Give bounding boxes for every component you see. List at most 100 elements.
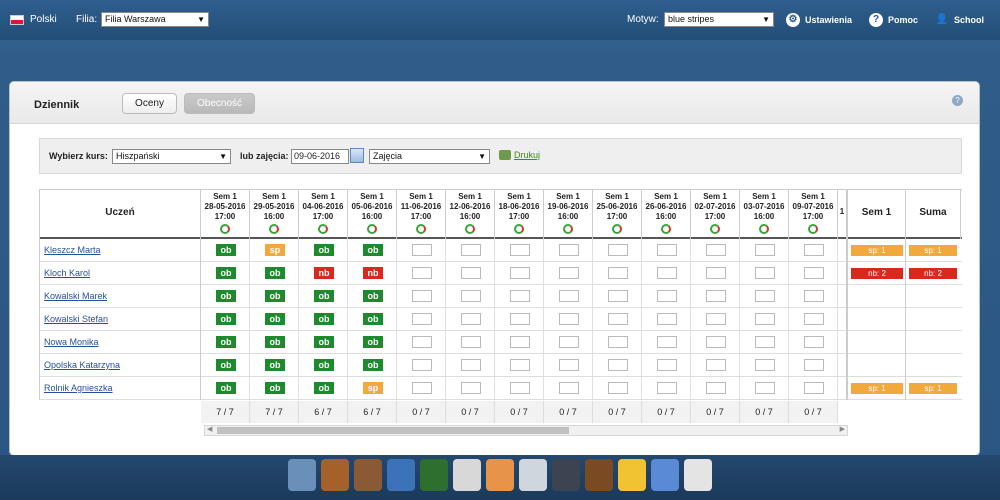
attendance-mark[interactable]: ob [265, 267, 285, 279]
attendance-mark[interactable] [412, 382, 432, 394]
attendance-mark[interactable] [804, 336, 824, 348]
attendance-mark[interactable]: ob [216, 244, 236, 256]
sync-icon[interactable] [416, 224, 426, 234]
attendance-mark[interactable] [608, 267, 628, 279]
scroll-right-icon[interactable]: ▶ [840, 425, 845, 433]
attendance-mark[interactable] [608, 359, 628, 371]
attendance-mark[interactable] [706, 267, 726, 279]
user-menu[interactable]: 👤 School [935, 13, 984, 27]
attendance-mark[interactable] [755, 244, 775, 256]
motyw-select[interactable]: blue stripes ▼ [664, 12, 774, 27]
attendance-mark[interactable] [461, 244, 481, 256]
attendance-mark[interactable] [706, 382, 726, 394]
attendance-mark[interactable]: ob [216, 382, 236, 394]
sync-icon[interactable] [269, 224, 279, 234]
report-icon[interactable] [684, 459, 712, 491]
attendance-mark[interactable] [657, 336, 677, 348]
attendance-mark[interactable] [559, 382, 579, 394]
attendance-mark[interactable]: nb [314, 267, 334, 279]
attendance-mark[interactable] [461, 359, 481, 371]
attendance-mark[interactable] [706, 244, 726, 256]
lesson-column-header[interactable]: Sem 1 04-06-2016 17:00 [299, 189, 348, 239]
attendance-mark[interactable] [804, 313, 824, 325]
sync-icon[interactable] [563, 224, 573, 234]
attendance-mark[interactable]: nb [363, 267, 383, 279]
sync-icon[interactable] [514, 224, 524, 234]
sync-icon[interactable] [612, 224, 622, 234]
scrollbar-thumb[interactable] [217, 427, 569, 434]
attendance-mark[interactable] [461, 267, 481, 279]
dashboard-icon[interactable] [288, 459, 316, 491]
attendance-mark[interactable]: ob [216, 313, 236, 325]
math-icon[interactable] [387, 459, 415, 491]
sync-icon[interactable] [318, 224, 328, 234]
student-name-link[interactable]: Opolska Katarzyna [44, 360, 120, 370]
attendance-mark[interactable] [559, 313, 579, 325]
attendance-mark[interactable] [608, 290, 628, 302]
attendance-mark[interactable] [755, 359, 775, 371]
attendance-mark[interactable]: ob [363, 244, 383, 256]
door-icon[interactable] [585, 459, 613, 491]
student-name-link[interactable]: Nowa Monika [44, 337, 99, 347]
attendance-mark[interactable]: sp [363, 382, 383, 394]
attendance-mark[interactable] [804, 382, 824, 394]
attendance-mark[interactable] [510, 313, 530, 325]
attendance-mark[interactable] [412, 244, 432, 256]
attendance-mark[interactable] [657, 313, 677, 325]
lesson-column-header[interactable]: Sem 1 28-05-2016 17:00 [201, 189, 250, 239]
attendance-mark[interactable] [461, 336, 481, 348]
lesson-column-header[interactable]: Sem 1 26-06-2016 16:00 [642, 189, 691, 239]
student-name-link[interactable]: Kloch Karol [44, 268, 90, 278]
sync-icon[interactable] [367, 224, 377, 234]
student-name-link[interactable]: Kowalski Stefan [44, 314, 108, 324]
attendance-mark[interactable]: ob [265, 290, 285, 302]
lesson-column-header[interactable]: Sem 1 02-07-2016 17:00 [691, 189, 740, 239]
attendance-mark[interactable]: ob [265, 313, 285, 325]
sync-icon[interactable] [465, 224, 475, 234]
attendance-mark[interactable] [657, 267, 677, 279]
attendance-mark[interactable] [461, 313, 481, 325]
attendance-mark[interactable] [412, 313, 432, 325]
student-name-link[interactable]: Rolnik Agnieszka [44, 383, 113, 393]
attendance-mark[interactable] [510, 336, 530, 348]
sync-icon[interactable] [710, 224, 720, 234]
lesson-column-header[interactable]: Sem 1 12-06-2016 16:00 [446, 189, 495, 239]
lesson-column-header[interactable]: Sem 1 25-06-2016 17:00 [593, 189, 642, 239]
attendance-mark[interactable] [608, 313, 628, 325]
attendance-mark[interactable]: ob [314, 290, 334, 302]
blackboard-icon[interactable] [420, 459, 448, 491]
attendance-mark[interactable] [461, 382, 481, 394]
attendance-mark[interactable] [706, 290, 726, 302]
date-input[interactable]: 09-06-2016 [291, 149, 349, 164]
horizontal-scrollbar[interactable]: ◀ ▶ [204, 425, 848, 436]
attendance-mark[interactable]: ob [265, 382, 285, 394]
polish-flag-icon[interactable] [10, 15, 24, 25]
clock-icon[interactable] [453, 459, 481, 491]
lesson-select[interactable]: Zajęcia ▼ [369, 149, 490, 164]
graduate-icon[interactable] [354, 459, 382, 491]
tab-attendance[interactable]: Obecność [184, 93, 255, 114]
teacher-icon[interactable] [321, 459, 349, 491]
attendance-mark[interactable] [412, 336, 432, 348]
attendance-mark[interactable] [755, 336, 775, 348]
help-icon[interactable]: ? [952, 95, 963, 106]
sync-icon[interactable] [808, 224, 818, 234]
attendance-mark[interactable] [657, 382, 677, 394]
attendance-mark[interactable]: ob [363, 359, 383, 371]
lesson-column-header[interactable]: Sem 1 29-05-2016 16:00 [250, 189, 299, 239]
lesson-column-header[interactable]: Sem 1 09-07-2016 17:00 [789, 189, 838, 239]
attendance-mark[interactable] [657, 359, 677, 371]
attendance-mark[interactable] [559, 359, 579, 371]
attendance-mark[interactable] [804, 359, 824, 371]
attendance-mark[interactable] [559, 290, 579, 302]
attendance-mark[interactable] [706, 359, 726, 371]
attendance-mark[interactable]: ob [265, 359, 285, 371]
calendar-icon[interactable] [519, 459, 547, 491]
student-name-link[interactable]: Kowalski Marek [44, 291, 107, 301]
books-icon[interactable] [651, 459, 679, 491]
print-button[interactable]: Drukuj [499, 150, 540, 160]
lesson-column-header[interactable]: Sem 1 03-07-2016 16:00 [740, 189, 789, 239]
attendance-mark[interactable] [510, 267, 530, 279]
attendance-mark[interactable] [755, 382, 775, 394]
attendance-mark[interactable] [461, 290, 481, 302]
